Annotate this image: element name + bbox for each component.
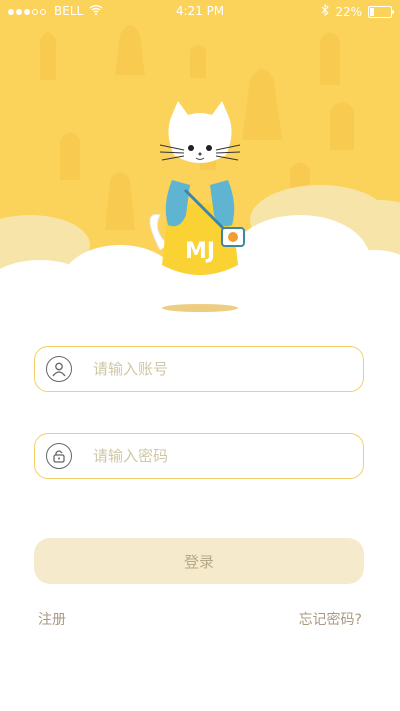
login-form: 登录 注册 忘记密码? xyxy=(0,320,400,711)
login-button[interactable]: 登录 xyxy=(34,538,364,584)
username-input[interactable] xyxy=(91,359,345,379)
bluetooth-icon xyxy=(321,4,330,19)
battery-percent: 22% xyxy=(335,4,362,19)
hero-banner: MJ BELL 4:21 PM 22% xyxy=(0,0,400,320)
username-field[interactable] xyxy=(34,346,364,392)
register-link[interactable]: 注册 xyxy=(38,609,66,629)
user-icon xyxy=(46,356,72,382)
status-right: 22% xyxy=(321,4,394,19)
battery-icon xyxy=(368,5,394,18)
lock-icon xyxy=(46,443,72,469)
hero-illustration: MJ xyxy=(0,25,400,320)
mascot-shirt-text: MJ xyxy=(185,239,215,264)
forgot-password-link[interactable]: 忘记密码? xyxy=(299,609,362,629)
status-bar: BELL 4:21 PM 22% xyxy=(0,0,400,22)
password-input[interactable] xyxy=(91,446,345,466)
password-field[interactable] xyxy=(34,433,364,479)
